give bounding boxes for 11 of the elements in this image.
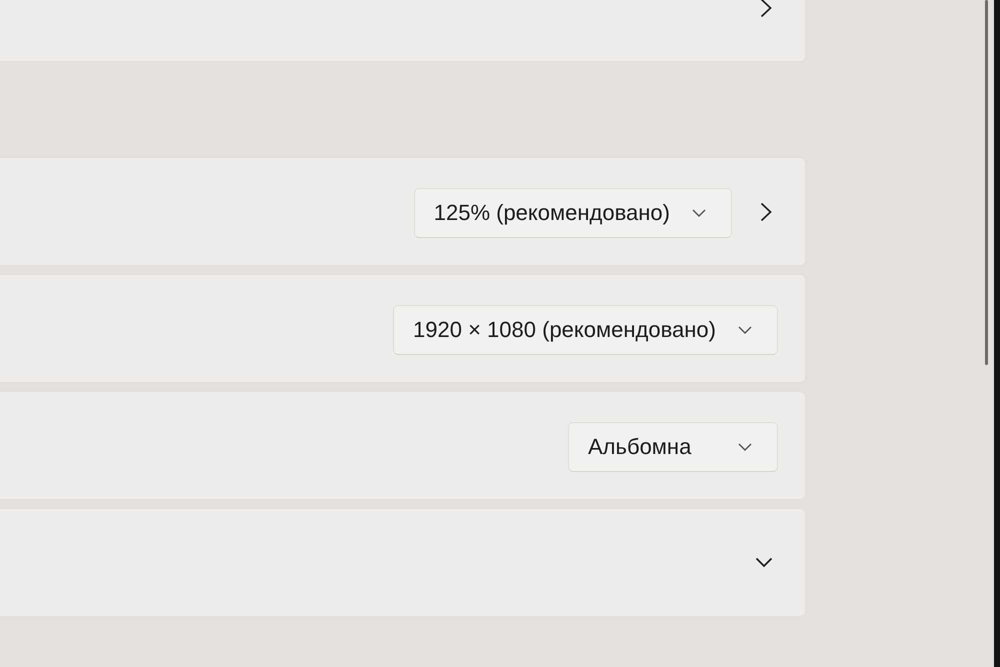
dropdown[interactable]: 1920 × 1080 (рекомендовано) xyxy=(393,305,778,355)
chevron-down-icon xyxy=(692,209,706,217)
dropdown[interactable]: Альбомна xyxy=(568,422,778,472)
settings-card[interactable]: 125% (рекомендовано) xyxy=(0,157,806,266)
chevron-down-icon xyxy=(738,443,752,451)
chevron-right-icon xyxy=(760,0,772,18)
scrollbar-thumb[interactable] xyxy=(985,0,988,365)
chevron-right-icon xyxy=(760,202,772,222)
chevron-down-icon xyxy=(738,326,752,334)
dropdown[interactable]: 125% (рекомендовано) xyxy=(414,188,732,238)
settings-card[interactable] xyxy=(0,508,806,617)
